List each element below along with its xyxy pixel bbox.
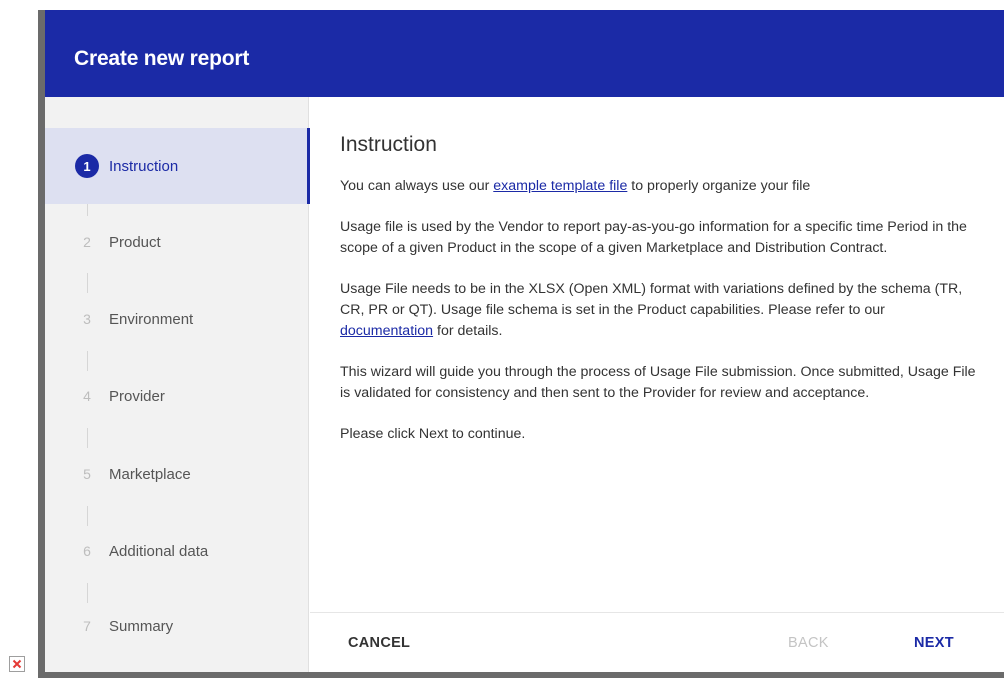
step-label: Instruction xyxy=(109,157,179,175)
step-provider[interactable]: 4 Provider xyxy=(45,358,309,434)
step-label: Product xyxy=(109,233,161,251)
dialog-surface: Create new report 1 Instruction 2 Produc… xyxy=(45,10,1004,672)
broken-image-icon xyxy=(9,656,25,672)
paragraph-template: You can always use our example template … xyxy=(340,176,980,197)
step-content-panel: Instruction You can always use our examp… xyxy=(310,97,1004,672)
step-label: Marketplace xyxy=(109,465,191,483)
dialog-footer: CANCEL BACK NEXT xyxy=(310,612,1004,672)
step-label: Provider xyxy=(109,387,165,405)
paragraph-wizard: This wizard will guide you through the p… xyxy=(340,364,976,401)
text-segment: You can always use our xyxy=(340,178,494,194)
step-number-badge: 3 xyxy=(83,311,91,327)
step-marketplace[interactable]: 5 Marketplace xyxy=(45,436,309,512)
example-template-link[interactable]: example template file xyxy=(493,178,627,194)
paragraph-usage-file: Usage file is used by the Vendor to repo… xyxy=(340,219,967,256)
close-x-icon xyxy=(12,659,22,669)
dialog-title: Create new report xyxy=(74,47,250,70)
content-title: Instruction xyxy=(340,133,437,156)
create-report-dialog: Create new report 1 Instruction 2 Produc… xyxy=(38,10,1004,678)
step-number-badge: 2 xyxy=(83,234,91,250)
step-number-badge: 1 xyxy=(75,154,99,178)
step-product[interactable]: 2 Product xyxy=(45,204,309,280)
text-segment: for details. xyxy=(433,323,503,339)
paragraph-format: Usage File needs to be in the XLSX (Open… xyxy=(340,279,980,342)
text-segment: to properly organize your file xyxy=(627,178,811,194)
wizard-stepper: 1 Instruction 2 Product 3 Environment 4 … xyxy=(45,97,310,672)
step-number-badge: 4 xyxy=(83,388,91,404)
cancel-button[interactable]: CANCEL xyxy=(348,635,410,651)
next-button[interactable]: NEXT xyxy=(914,635,954,651)
step-number-badge: 6 xyxy=(83,543,91,559)
step-instruction[interactable]: 1 Instruction xyxy=(45,128,310,204)
instruction-text: You can always use our example template … xyxy=(340,176,980,465)
step-label: Additional data xyxy=(109,542,209,560)
documentation-link[interactable]: documentation xyxy=(340,323,433,339)
text-segment: Usage File needs to be in the XLSX (Open… xyxy=(340,281,963,318)
step-number-badge: 5 xyxy=(83,466,91,482)
back-button[interactable]: BACK xyxy=(788,635,829,651)
step-additional-data[interactable]: 6 Additional data xyxy=(45,513,309,589)
dialog-header: Create new report xyxy=(45,10,1004,97)
step-summary[interactable]: 7 Summary xyxy=(45,588,309,664)
step-label: Summary xyxy=(109,617,174,635)
step-number-badge: 7 xyxy=(83,618,91,634)
paragraph-continue: Please click Next to continue. xyxy=(340,426,526,442)
step-environment[interactable]: 3 Environment xyxy=(45,281,309,357)
step-label: Environment xyxy=(109,310,194,328)
